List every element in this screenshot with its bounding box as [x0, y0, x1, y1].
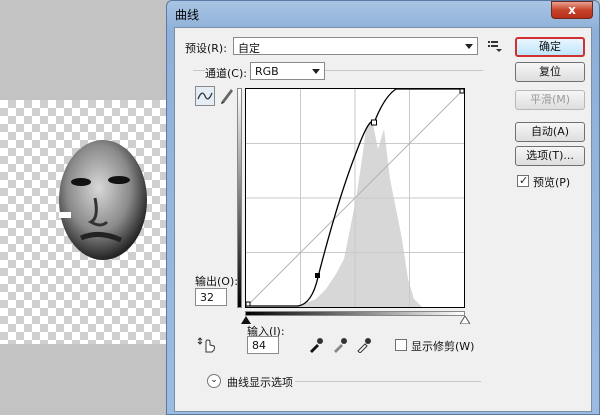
options-divider — [295, 381, 481, 382]
checkmark-icon: ✓ — [519, 174, 529, 187]
preview-checkbox[interactable]: ✓ — [517, 174, 529, 187]
hand-target-icon[interactable] — [197, 334, 217, 354]
curve-point-black[interactable] — [245, 301, 251, 307]
menu-list-icon[interactable] — [488, 40, 502, 52]
close-icon[interactable]: x — [551, 1, 593, 19]
face-image — [59, 140, 147, 260]
output-field[interactable]: 32 — [195, 288, 227, 306]
channel-value: RGB — [255, 65, 279, 78]
channel-select[interactable]: RGB — [250, 62, 325, 80]
dialog-body: 预设(R): 自定 通道(C): RGB 输出(O): 32 输入(I): 84… — [174, 27, 592, 412]
preset-label: 预设(R): — [185, 42, 227, 55]
chevron-down-icon — [465, 44, 473, 49]
show-clipping-checkbox[interactable] — [395, 339, 407, 351]
stage: 曲线 x 预设(R): 自定 通道(C): RGB 输出(O): 32 输入(I… — [0, 0, 600, 415]
input-value: 84 — [252, 339, 266, 352]
input-field[interactable]: 84 — [247, 336, 279, 354]
preset-value: 自定 — [238, 42, 260, 55]
pencil-icon[interactable] — [219, 86, 235, 104]
auto-button[interactable]: 自动(A) — [515, 122, 585, 142]
title-bar: 曲线 x — [167, 1, 599, 27]
curves-dialog: 曲线 x 预设(R): 自定 通道(C): RGB 输出(O): 32 输入(I… — [166, 0, 600, 415]
eyedropper-black-icon[interactable] — [308, 337, 324, 353]
output-label: 输出(O): — [195, 275, 238, 288]
channel-label: 通道(C): — [205, 65, 249, 81]
curve-point-active[interactable] — [315, 273, 320, 278]
expand-chevron-icon[interactable]: ⌄ — [207, 374, 221, 388]
curve-display-options-label: 曲线显示选项 — [227, 376, 293, 389]
chevron-down-icon — [312, 69, 320, 74]
histogram — [246, 119, 422, 307]
smooth-button[interactable]: 平滑(M) — [515, 90, 585, 110]
eyedropper-gray-icon[interactable] — [332, 337, 348, 353]
curve-graph[interactable] — [245, 88, 465, 308]
curve-svg[interactable] — [245, 88, 465, 308]
window-title: 曲线 — [175, 8, 200, 22]
reset-button[interactable]: 复位 — [515, 62, 585, 82]
ok-button[interactable]: 确定 — [515, 37, 585, 57]
preset-select[interactable]: 自定 — [233, 37, 478, 55]
input-gradient-bar — [245, 311, 465, 316]
curve-point-white[interactable] — [459, 88, 465, 94]
show-clipping-label: 显示修剪(W) — [411, 340, 475, 353]
eyedropper-white-icon[interactable] — [356, 337, 372, 353]
curve-point-icon[interactable] — [195, 86, 215, 106]
preview-label: 预览(P) — [533, 176, 571, 189]
output-value: 32 — [200, 291, 214, 304]
curve-point[interactable] — [371, 119, 377, 126]
options-button[interactable]: 选项(T)... — [515, 146, 585, 166]
white-point-slider[interactable] — [460, 316, 470, 324]
